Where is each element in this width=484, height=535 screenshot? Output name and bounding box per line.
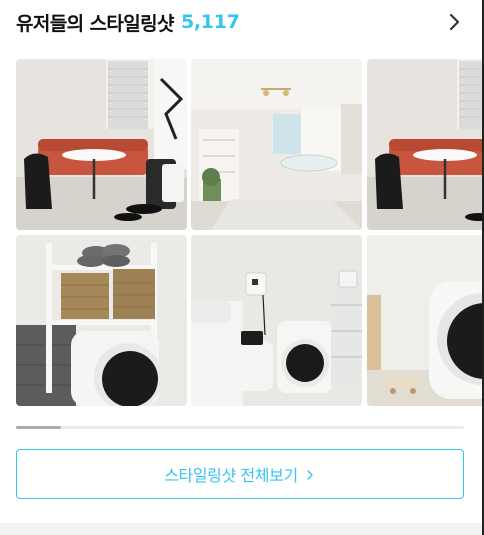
styling-photo-3[interactable] (367, 59, 482, 230)
carousel-scrollbar[interactable] (16, 426, 464, 429)
carousel-scroll-thumb[interactable] (16, 426, 61, 429)
styling-photo-4[interactable] (16, 235, 187, 406)
styling-shot-section: 유저들의 스타일링샷 5,117 스타일링샷 전체보기 (0, 0, 484, 523)
styling-photo-6[interactable] (367, 235, 482, 406)
view-all-styling-shots-button[interactable]: 스타일링샷 전체보기 (16, 449, 464, 499)
photo-image (16, 59, 187, 230)
section-header[interactable]: 유저들의 스타일링샷 5,117 (16, 6, 466, 38)
photo-image (191, 59, 362, 230)
chevron-right-icon[interactable] (442, 10, 466, 34)
photo-image (367, 59, 482, 230)
photo-image (367, 235, 482, 406)
styling-photo-1[interactable] (16, 59, 187, 230)
section-title: 유저들의 스타일링샷 (16, 12, 175, 35)
styling-shot-count: 5,117 (180, 11, 240, 33)
photo-image (16, 235, 187, 406)
photo-image (191, 235, 362, 406)
styling-shot-grid (16, 59, 482, 406)
view-all-label: 스타일링샷 전체보기 (164, 466, 298, 485)
section-divider (0, 523, 482, 535)
styling-photo-5[interactable] (191, 235, 362, 406)
chevron-right-icon (307, 469, 313, 480)
styling-photo-2[interactable] (191, 59, 362, 230)
